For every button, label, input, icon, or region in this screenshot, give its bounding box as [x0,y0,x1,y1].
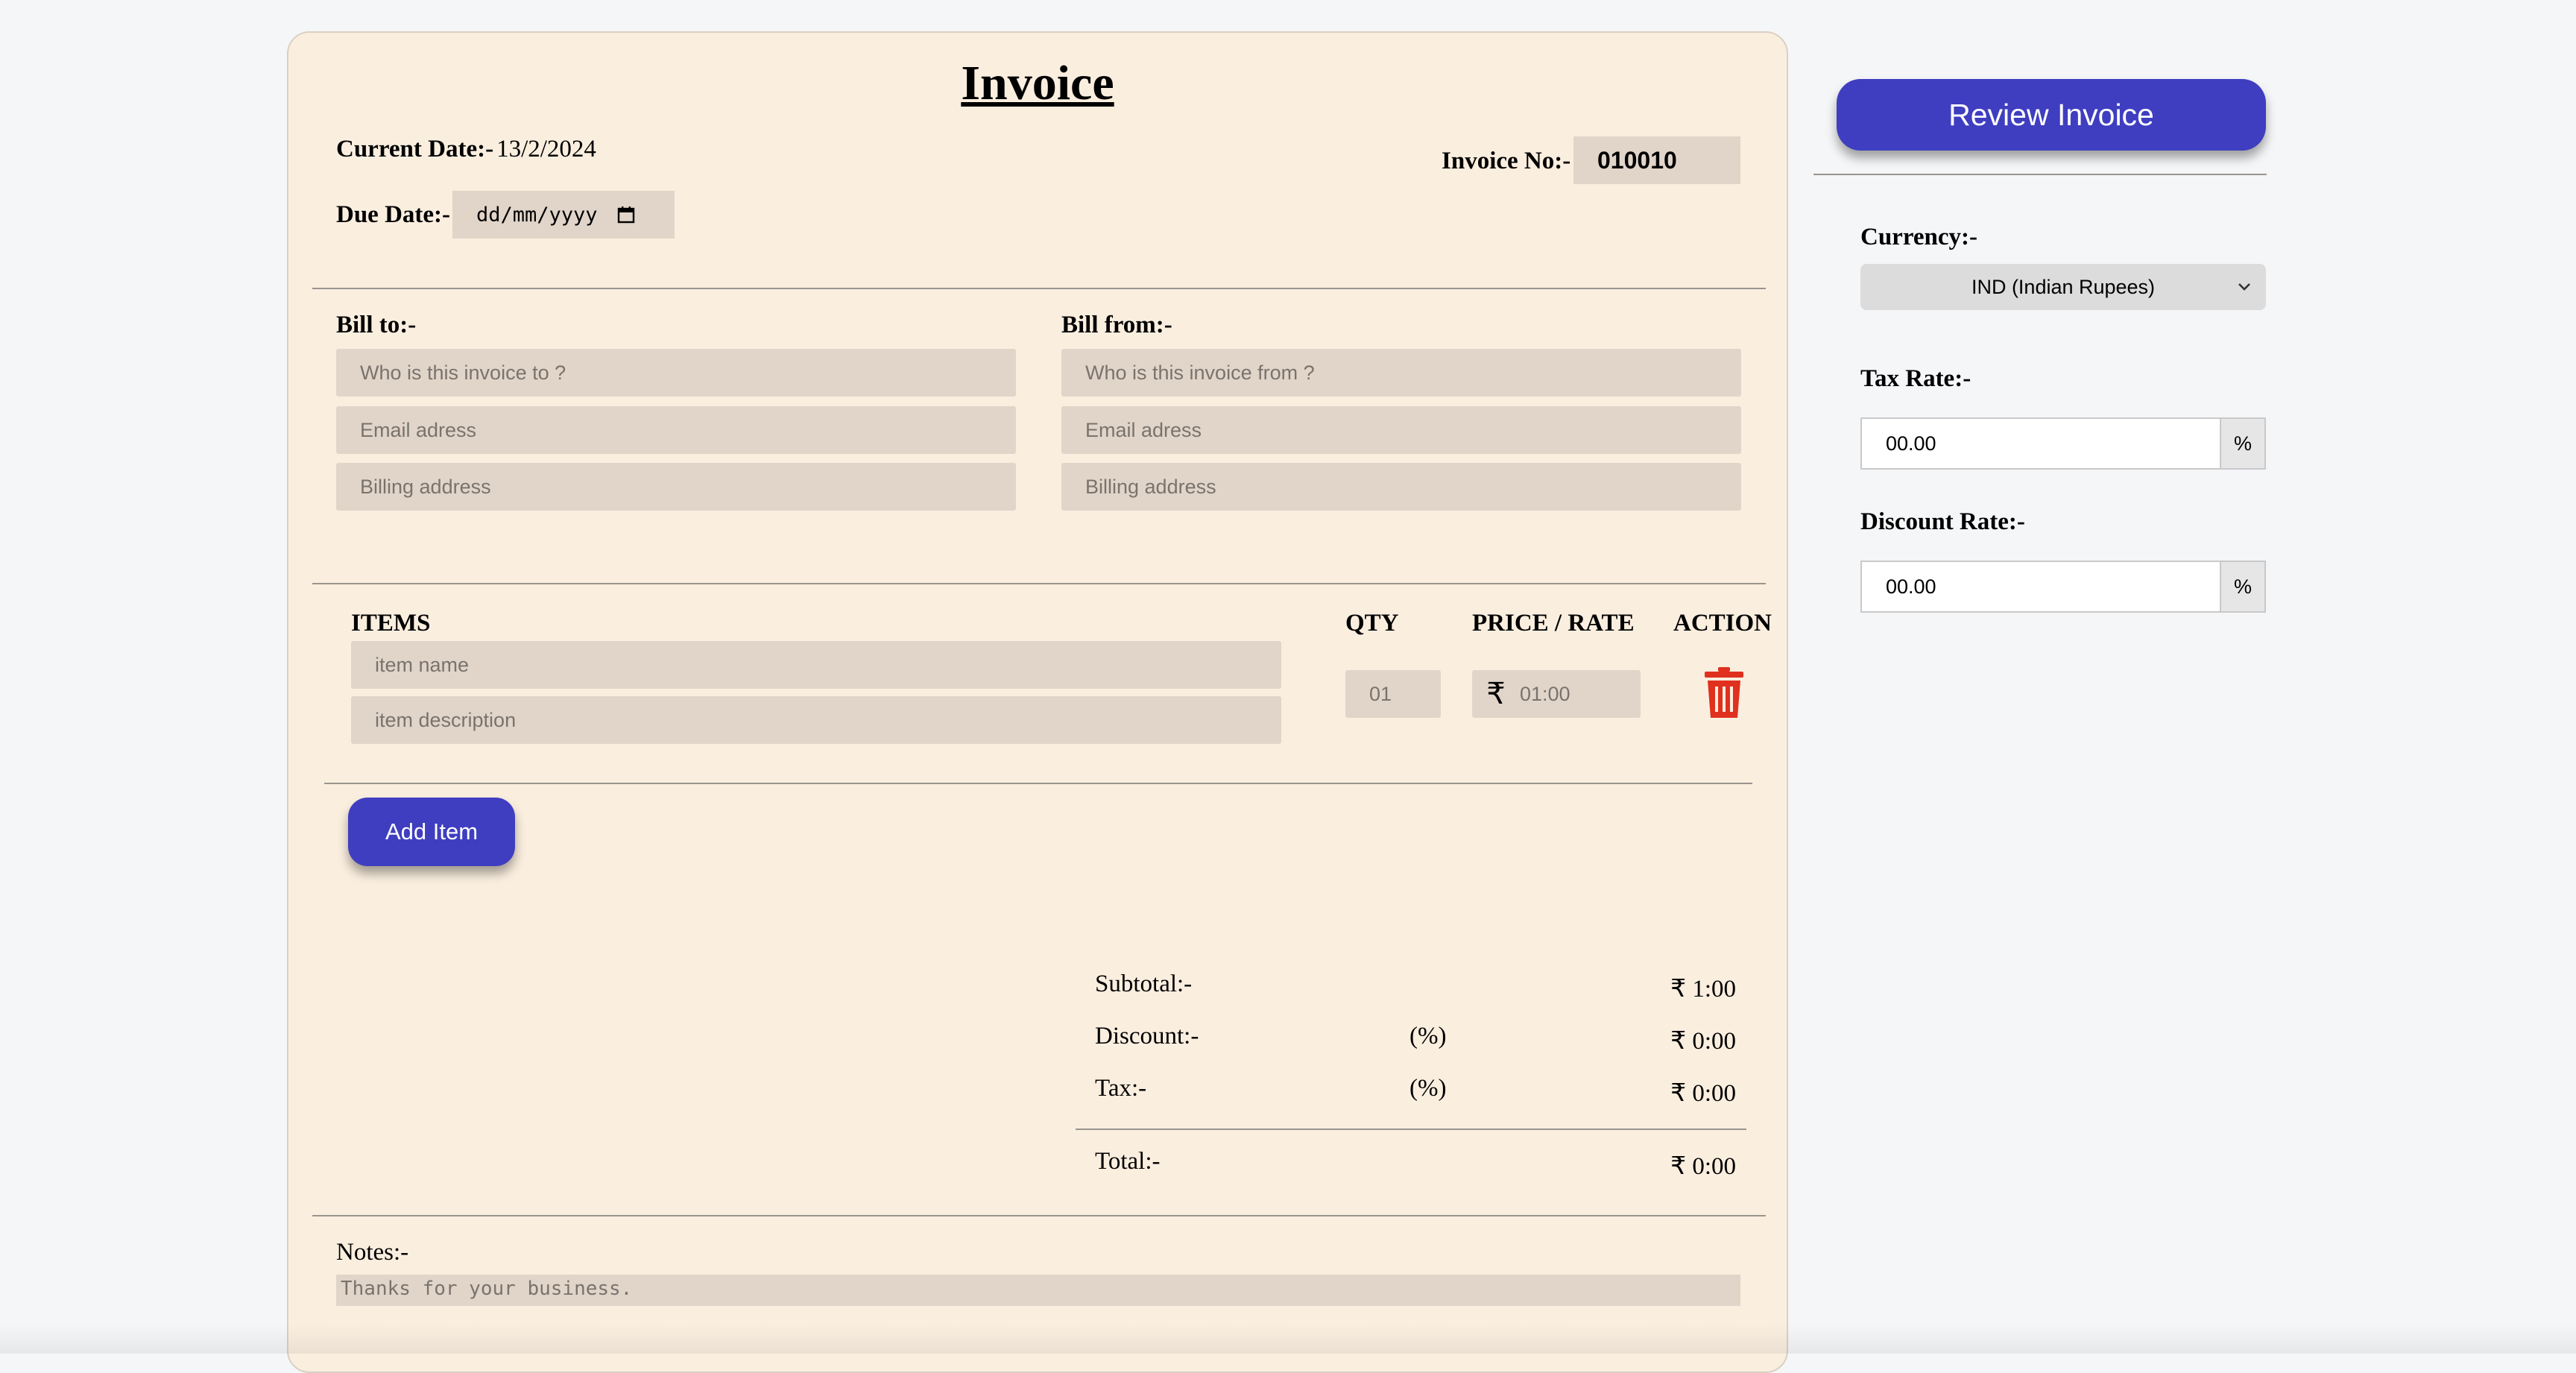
tax-percent-addon: % [2221,417,2266,470]
bill-from-name-input[interactable]: Who is this invoice from ? [1061,349,1741,397]
current-date-value: 13/2/2024 [496,136,596,162]
due-date-placeholder: dd/mm/yyyy [476,203,598,227]
tax-percent: (%) [1409,1075,1447,1102]
discount-value: ₹ 0:00 [1670,1028,1736,1055]
qty-header: QTY [1345,610,1399,637]
subtotal-value: ₹ 1:00 [1670,976,1736,1003]
delete-item-button[interactable] [1702,666,1746,720]
due-date-label: Due Date:- [336,201,451,228]
item-name-input[interactable]: item name [351,641,1281,689]
item-description-input[interactable]: item description [351,696,1281,744]
bill-to-email-input[interactable]: Email adress [336,406,1016,454]
bill-from-email-input[interactable]: Email adress [1061,406,1741,454]
invoice-card: Invoice Current Date:- 13/2/2024 Invoice… [287,31,1788,1373]
subtotal-label: Subtotal:- [1095,970,1193,997]
notes-label: Notes:- [336,1239,409,1266]
qty-input[interactable]: 01 [1345,670,1441,718]
invoice-no-input[interactable]: 010010 [1573,136,1740,184]
review-invoice-button[interactable]: Review Invoice [1837,79,2266,151]
items-header: ITEMS [351,610,431,637]
price-input[interactable]: ₹ 01:00 [1472,670,1641,718]
current-date-label: Current Date:- [336,136,494,162]
price-placeholder: 01:00 [1520,682,1570,705]
discount-rate-input[interactable]: 00.00 [1860,561,2221,613]
invoice-title: Invoice [961,56,1114,110]
tax-rate-input[interactable]: 00.00 [1860,417,2221,470]
discount-rate-label: Discount Rate:- [1860,508,2025,535]
page-bottom-shadow [0,1324,2576,1354]
invoice-no-label: Invoice No:- [1442,148,1571,174]
rupee-symbol: ₹ [1486,677,1506,711]
bill-from-address-input[interactable]: Billing address [1061,463,1741,511]
add-item-button[interactable]: Add Item [348,798,515,866]
action-header: ACTION [1673,610,1772,637]
tax-rate-label: Tax Rate:- [1860,365,1972,392]
price-header: PRICE / RATE [1472,610,1635,637]
currency-value: IND (Indian Rupees) [1971,275,2156,298]
discount-label: Discount:- [1095,1023,1199,1050]
divider [324,783,1752,784]
current-date: Current Date:- 13/2/2024 [336,136,596,163]
currency-label: Currency:- [1860,224,1978,250]
divider [312,583,1766,584]
divider [1076,1129,1746,1130]
bill-from-label: Bill from:- [1061,312,1172,338]
divider [312,288,1766,289]
bill-to-address-input[interactable]: Billing address [336,463,1016,511]
divider [312,1215,1766,1216]
chevron-down-icon [2238,283,2250,291]
tax-label: Tax:- [1095,1075,1147,1102]
notes-textarea[interactable]: Thanks for your business. [336,1275,1740,1306]
divider [1813,174,2267,175]
calendar-icon[interactable] [617,206,635,224]
currency-select[interactable]: IND (Indian Rupees) [1860,264,2266,310]
total-value: ₹ 0:00 [1670,1153,1736,1180]
discount-percent-addon: % [2221,561,2266,613]
trash-icon [1705,667,1743,718]
bill-to-name-input[interactable]: Who is this invoice to ? [336,349,1016,397]
due-date-input[interactable]: dd/mm/yyyy [452,191,675,239]
discount-percent: (%) [1409,1023,1447,1050]
total-label: Total:- [1095,1148,1161,1175]
bill-to-label: Bill to:- [336,312,417,338]
tax-value: ₹ 0:00 [1670,1080,1736,1107]
